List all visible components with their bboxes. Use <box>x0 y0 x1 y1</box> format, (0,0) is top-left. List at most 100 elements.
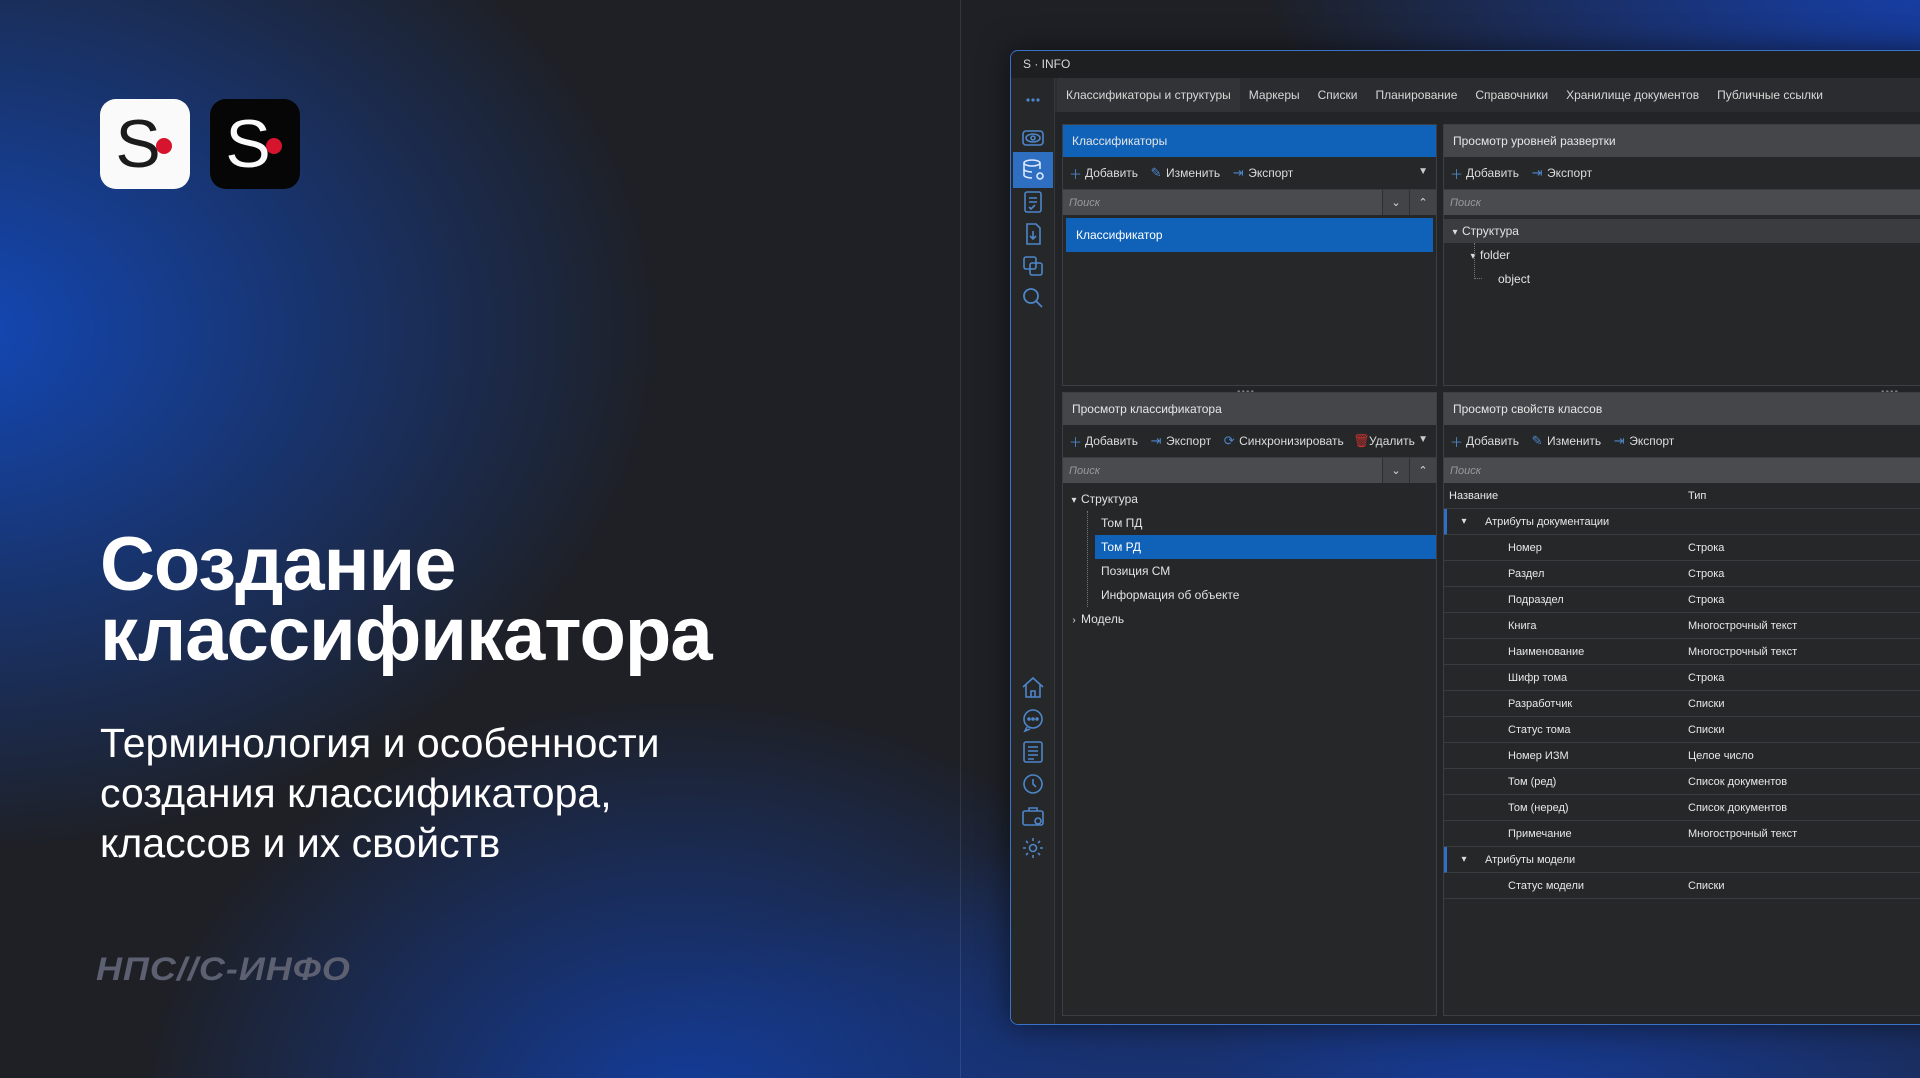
classifier-view-panel: Просмотр классификатора ＋ Добавить ⇥ Экспо… <box>1062 392 1437 1016</box>
sync-label: Синхронизировать <box>1239 434 1344 448</box>
cell-name: Примечание <box>1508 828 1572 840</box>
group-row[interactable]: ▾ Атрибуты модели <box>1444 847 1920 873</box>
export-button[interactable]: ⇥ Экспорт <box>1150 433 1212 449</box>
table-row[interactable]: Том (неред) Список документов <box>1444 795 1920 821</box>
tree-node-root[interactable]: ▾ Структура <box>1444 219 1920 243</box>
export-icon: ⇥ <box>1531 165 1543 180</box>
home-icon[interactable] <box>1015 670 1051 706</box>
chevron-down-icon[interactable]: ▾ <box>1448 221 1462 245</box>
search-input[interactable]: Поиск <box>1063 458 1382 483</box>
table-row[interactable]: Раздел Строка <box>1444 561 1920 587</box>
filter-icon[interactable]: ▼ <box>1418 166 1428 177</box>
subtitle-line: Терминология и особенности <box>100 720 660 766</box>
panel-title: Классификаторы <box>1063 125 1436 157</box>
subtitle-line: классов и их свойств <box>100 820 501 866</box>
group-label: Атрибуты модели <box>1485 854 1576 866</box>
search-icon[interactable] <box>1015 280 1051 316</box>
chevron-right-icon[interactable]: › <box>1067 609 1081 633</box>
edit-label: Изменить <box>1166 166 1221 180</box>
toolbar: ＋ Добавить ⇥ Экспорт ⟳ Синхронизировать 🗑 Уд… <box>1063 425 1436 457</box>
table-row[interactable]: Примечание Многострочный текст <box>1444 821 1920 847</box>
list-item[interactable]: Классификатор <box>1066 218 1433 252</box>
eye-icon[interactable] <box>1015 120 1051 156</box>
table-row[interactable]: Том (ред) Список документов <box>1444 769 1920 795</box>
document-download-icon[interactable] <box>1015 216 1051 252</box>
cell-type: Списки <box>1688 880 1725 892</box>
tab-bar: Классификаторы и структуры Маркеры Списк… <box>1055 78 1920 112</box>
chevron-down-icon[interactable]: ⌄ <box>1382 458 1409 483</box>
chevron-down-icon[interactable]: ▾ <box>1457 847 1471 873</box>
panel-title: Просмотр уровней развертки <box>1444 125 1920 157</box>
logo-letter: S <box>225 106 271 182</box>
export-button[interactable]: ⇥ Экспорт <box>1232 165 1294 181</box>
table-row[interactable]: Разработчик Списки <box>1444 691 1920 717</box>
export-button[interactable]: ⇥ Экспорт <box>1531 165 1593 181</box>
chevron-down-icon[interactable]: ▾ <box>1067 489 1081 513</box>
chevron-down-icon[interactable]: ▾ <box>1457 509 1471 535</box>
group-label: Атрибуты документации <box>1485 516 1610 528</box>
classifiers-panel: Классификаторы ＋ Добавить ✎ Изменить ⇥ Эксп… <box>1062 124 1437 386</box>
cell-name: Статус модели <box>1508 880 1585 892</box>
column-header-type[interactable]: Тип <box>1688 483 1706 509</box>
history-icon[interactable] <box>1015 766 1051 802</box>
list-icon[interactable] <box>1015 734 1051 770</box>
tree-node[interactable]: Позиция СМ <box>1063 559 1436 583</box>
briefcase-icon[interactable] <box>1015 798 1051 834</box>
filter-icon[interactable]: ▼ <box>1418 434 1428 445</box>
database-icon[interactable] <box>1013 152 1053 188</box>
tree-node[interactable]: Информация об объекте <box>1063 583 1436 607</box>
tab-document-storage[interactable]: Хранилище документов <box>1557 78 1708 112</box>
column-header-name[interactable]: Название <box>1449 483 1498 509</box>
edit-button[interactable]: ✎ Изменить <box>1531 433 1602 449</box>
search-bar: Поиск <box>1444 189 1920 215</box>
table-row[interactable]: Книга Многострочный текст <box>1444 613 1920 639</box>
table-row[interactable]: Подраздел Строка <box>1444 587 1920 613</box>
add-button[interactable]: ＋ Добавить <box>1450 432 1519 451</box>
settings-icon[interactable] <box>1015 830 1051 866</box>
more-icon[interactable] <box>1015 82 1051 118</box>
search-input[interactable]: Поиск <box>1444 458 1920 483</box>
tab-classifiers[interactable]: Классификаторы и структуры <box>1057 78 1240 112</box>
tab-planning[interactable]: Планирование <box>1366 78 1466 112</box>
chevron-up-icon[interactable]: ⌃ <box>1409 458 1436 483</box>
tree-node[interactable]: Том ПД <box>1063 511 1436 535</box>
group-row[interactable]: ▾ Атрибуты документации <box>1444 509 1920 535</box>
table-row[interactable]: Шифр тома Строка <box>1444 665 1920 691</box>
tree-node-selected[interactable]: Том РД <box>1095 535 1436 559</box>
tree-node-root[interactable]: ▾ Структура <box>1063 487 1436 511</box>
search-input[interactable]: Поиск <box>1063 190 1382 215</box>
table-row[interactable]: Статус тома Списки <box>1444 717 1920 743</box>
add-button[interactable]: ＋ Добавить <box>1069 432 1138 451</box>
export-label: Экспорт <box>1629 434 1675 448</box>
logo-light: S <box>100 99 190 189</box>
tree-node-model[interactable]: › Модель <box>1063 607 1436 631</box>
table-row[interactable]: Номер Строка <box>1444 535 1920 561</box>
node-label: Модель <box>1081 612 1125 626</box>
brand-wordmark: НПС//С-ИНФО <box>96 950 351 987</box>
cell-type: Списки <box>1688 724 1725 736</box>
chat-icon[interactable] <box>1015 702 1051 738</box>
table-row[interactable]: Статус модели Списки <box>1444 873 1920 899</box>
tree-node-object[interactable]: object <box>1444 267 1920 291</box>
chevron-down-icon[interactable]: ⌄ <box>1382 190 1409 215</box>
add-button[interactable]: ＋ Добавить <box>1069 164 1138 183</box>
export-button[interactable]: ⇥ Экспорт <box>1613 433 1675 449</box>
chevron-up-icon[interactable]: ⌃ <box>1409 190 1436 215</box>
copy-icon[interactable] <box>1015 248 1051 284</box>
delete-button[interactable]: 🗑 Удалить <box>1353 433 1415 449</box>
export-icon: ⇥ <box>1613 433 1625 448</box>
document-check-icon[interactable] <box>1015 184 1051 220</box>
node-label: Структура <box>1462 224 1519 238</box>
edit-button[interactable]: ✎ Изменить <box>1150 165 1221 181</box>
sync-button[interactable]: ⟳ Синхронизировать <box>1223 433 1344 449</box>
table-row[interactable]: Наименование Многострочный текст <box>1444 639 1920 665</box>
table-row[interactable]: Номер ИЗМ Целое число <box>1444 743 1920 769</box>
tree-node-folder[interactable]: ▾ folder <box>1444 243 1920 267</box>
tab-public-links[interactable]: Публичные ссылки <box>1708 78 1832 112</box>
search-input[interactable]: Поиск <box>1444 190 1920 215</box>
tab-lists[interactable]: Списки <box>1309 78 1367 112</box>
tab-markers[interactable]: Маркеры <box>1240 78 1309 112</box>
add-button[interactable]: ＋ Добавить <box>1450 164 1519 183</box>
search-bar: Поиск ⌄ ⌃ <box>1063 457 1436 483</box>
tab-reference[interactable]: Справочники <box>1466 78 1557 112</box>
